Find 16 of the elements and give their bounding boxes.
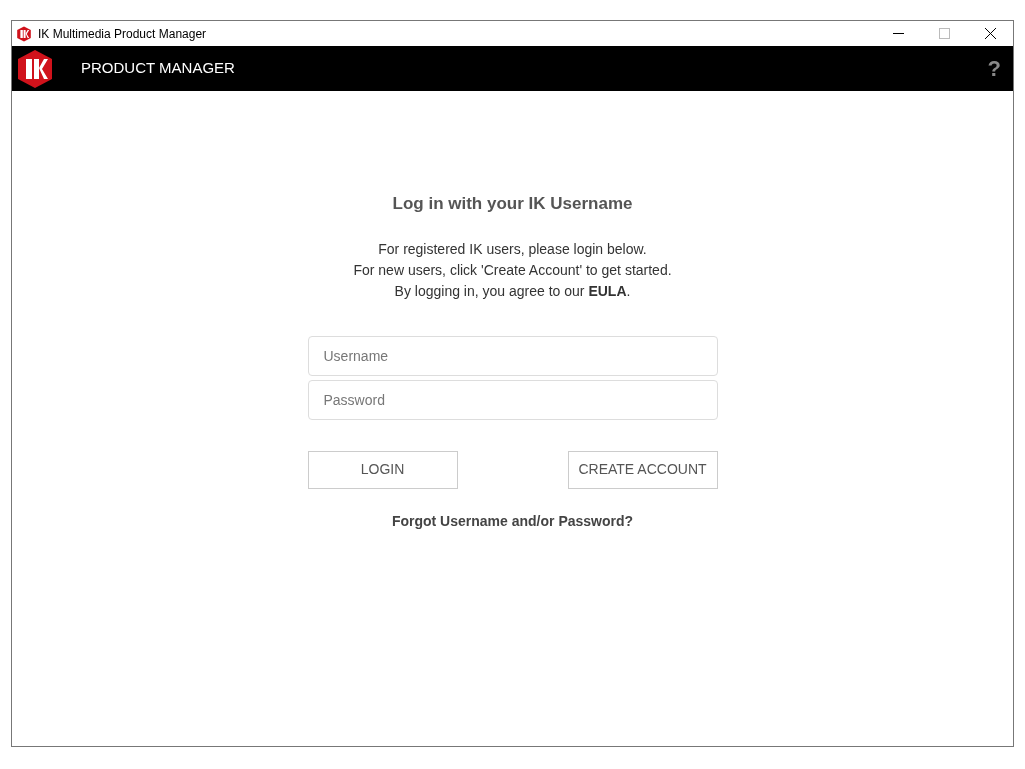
ik-logo-icon xyxy=(15,48,55,89)
login-heading: Log in with your IK Username xyxy=(392,193,633,215)
forgot-link[interactable]: Forgot Username and/or Password? xyxy=(391,510,634,532)
window-title: IK Multimedia Product Manager xyxy=(38,25,207,43)
login-button[interactable]: LOGIN xyxy=(307,450,458,489)
maximize-icon xyxy=(938,28,950,39)
intro-text: For registered IK users, please login below. xyxy=(378,239,647,259)
create-account-button[interactable]: CREATE ACCOUNT xyxy=(567,450,718,489)
help-button[interactable]: ? xyxy=(987,52,1001,85)
input-field[interactable]: Password xyxy=(307,379,718,420)
input-field[interactable]: Username xyxy=(307,335,718,376)
intro-text: For new users, click 'Create Account' to get started. xyxy=(353,260,672,280)
app-logo-icon xyxy=(16,25,32,42)
intro-text: By logging in, you agree to our EULA. xyxy=(394,281,631,301)
close-icon xyxy=(984,28,996,39)
header-title: PRODUCT MANAGER xyxy=(81,58,235,79)
